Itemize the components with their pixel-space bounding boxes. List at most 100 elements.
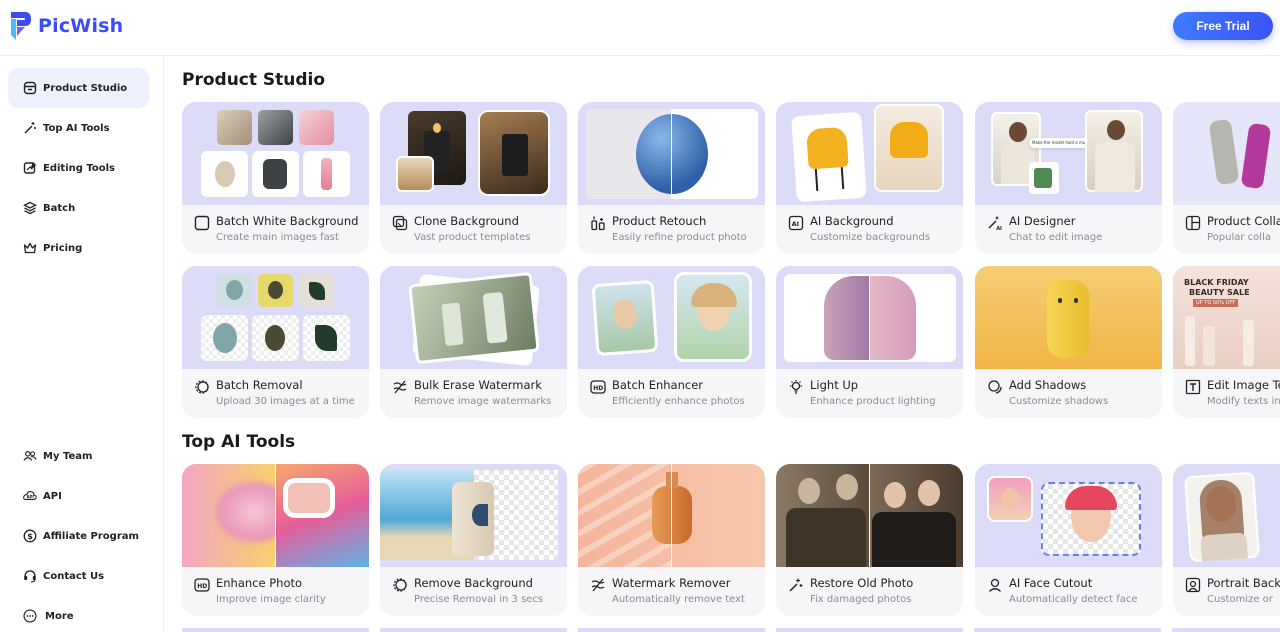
- sidebar-item-api[interactable]: API API: [8, 476, 149, 516]
- ai-designer-icon: AI: [988, 216, 1002, 231]
- square-icon: [194, 215, 210, 231]
- sparkle-icon: [789, 578, 803, 592]
- team-icon: [23, 449, 37, 463]
- card-subtitle: Customize or: [1207, 594, 1273, 605]
- card-title: Product Retouch: [612, 214, 707, 228]
- sidebar-item-affiliate[interactable]: $ Affiliate Program: [8, 516, 149, 556]
- card-title: Edit Image Te: [1207, 378, 1280, 392]
- card-thumbnail: [182, 464, 369, 567]
- portrait-icon: [1185, 577, 1201, 593]
- sidebar-item-more[interactable]: More: [8, 600, 149, 632]
- magic-wand-icon: [23, 121, 37, 135]
- card-subtitle: Easily refine product photo: [612, 232, 747, 243]
- card-subtitle: Modify texts in: [1207, 396, 1280, 407]
- text-edit-icon: [1185, 379, 1201, 395]
- card-thumbnail: [578, 102, 765, 205]
- tool-card-light-up[interactable]: Light Up Enhance product lighting: [776, 266, 963, 418]
- card-title: Add Shadows: [1009, 378, 1087, 392]
- sidebar-item-label: More: [45, 610, 74, 622]
- tool-card-batch-enhancer[interactable]: HD Batch Enhancer Efficiently enhance ph…: [578, 266, 765, 418]
- card-title: Remove Background: [414, 576, 533, 590]
- tool-card-restore-old-photo[interactable]: Restore Old Photo Fix damaged photos: [776, 464, 963, 616]
- tool-card-batch-removal[interactable]: Batch Removal Upload 30 images at a time: [182, 266, 369, 418]
- tool-card-watermark-remover[interactable]: Watermark Remover Automatically remove t…: [578, 464, 765, 616]
- sidebar-item-pricing[interactable]: Pricing: [8, 228, 149, 268]
- card-thumbnail: [182, 266, 369, 369]
- tool-card-ai-designer[interactable]: Make the model hold a mug AI AI Designer…: [975, 102, 1162, 254]
- card-thumbnail: [578, 464, 765, 567]
- free-trial-button[interactable]: Free Trial: [1173, 12, 1273, 40]
- card-thumbnail: [380, 464, 567, 567]
- tool-card-ai-background[interactable]: AI AI Background Customize backgrounds: [776, 102, 963, 254]
- tool-card-enhance-photo[interactable]: HD Enhance Photo Improve image clarity: [182, 464, 369, 616]
- card-thumbnail: [578, 266, 765, 369]
- tool-card-remove-background[interactable]: Remove Background Precise Removal in 3 s…: [380, 464, 567, 616]
- card-subtitle: Efficiently enhance photos: [612, 396, 745, 407]
- sidebar-item-label: Product Studio: [43, 82, 128, 94]
- card-thumbnail: [776, 464, 963, 567]
- tool-card-bulk-erase-watermark[interactable]: Bulk Erase Watermark Remove image waterm…: [380, 266, 567, 418]
- card-title: Portrait Back: [1207, 576, 1280, 590]
- sidebar-item-editing-tools[interactable]: Editing Tools: [8, 148, 149, 188]
- card-subtitle: Customize backgrounds: [810, 232, 931, 243]
- tool-card-edit-image-text[interactable]: BLACK FRIDAY BEAUTY SALE UP TO 50% OFF E…: [1173, 266, 1280, 418]
- card-subtitle: Fix damaged photos: [810, 594, 912, 605]
- card-subtitle: Create main images fast: [216, 232, 339, 243]
- tool-card-ai-face-cutout[interactable]: AI Face Cutout Automatically detect face: [975, 464, 1162, 616]
- card-thumbnail: [776, 266, 963, 369]
- tool-card-portrait-background[interactable]: Portrait Back Customize or: [1173, 464, 1280, 616]
- removal-icon: [195, 380, 209, 394]
- watermark-icon: [591, 578, 605, 592]
- ai-background-icon: AI: [788, 215, 804, 231]
- card-thumbnail: [1173, 102, 1280, 205]
- card-subtitle: Automatically remove text: [612, 594, 745, 605]
- tool-card-clone-background[interactable]: Clone Background Vast product templates: [380, 102, 567, 254]
- sidebar-item-top-ai-tools[interactable]: Top AI Tools: [8, 108, 149, 148]
- card-title: Product Colla: [1207, 214, 1280, 228]
- box-icon: [23, 81, 37, 95]
- card-title: Batch Enhancer: [612, 378, 704, 392]
- ai-designer-prompt-bubble: Make the model hold a mug: [1029, 138, 1091, 148]
- promo-line-3: UP TO 50% OFF: [1193, 299, 1239, 307]
- top-bar: PicWish Free Trial: [0, 0, 1280, 56]
- sidebar-item-label: Pricing: [43, 242, 83, 254]
- card-subtitle: Enhance product lighting: [810, 396, 936, 407]
- card-title: Batch White Background: [216, 214, 359, 228]
- logo[interactable]: PicWish: [8, 10, 123, 42]
- card-thumbnail: [975, 464, 1162, 567]
- card-subtitle: Customize shadows: [1009, 396, 1109, 407]
- sidebar-item-label: Batch: [43, 202, 76, 214]
- removal-icon: [393, 578, 407, 592]
- card-subtitle: Vast product templates: [414, 232, 531, 243]
- card-title: Restore Old Photo: [810, 576, 914, 590]
- card-title: Watermark Remover: [612, 576, 731, 590]
- tool-card-product-collage[interactable]: Product Colla Popular colla: [1173, 102, 1280, 254]
- sidebar-item-label: Affiliate Program: [43, 530, 139, 542]
- sidebar-item-batch[interactable]: Batch: [8, 188, 149, 228]
- card-thumbnail: [380, 266, 567, 369]
- sidebar-item-label: API: [43, 490, 62, 502]
- sidebar-item-contact[interactable]: Contact Us: [8, 556, 149, 596]
- tool-card-product-retouch[interactable]: Product Retouch Easily refine product ph…: [578, 102, 765, 254]
- watermark-icon: [393, 380, 407, 394]
- sidebar-item-my-team[interactable]: My Team: [8, 436, 149, 476]
- card-title: Clone Background: [414, 214, 519, 228]
- sidebar: Product Studio Top AI Tools Editing Tool…: [0, 56, 164, 632]
- card-thumbnail: [776, 102, 963, 205]
- more-icon: [23, 609, 37, 623]
- headset-icon: [23, 569, 37, 583]
- card-subtitle: Chat to edit image: [1009, 232, 1103, 243]
- edit-image-icon: [23, 161, 37, 175]
- tool-card-add-shadows[interactable]: Add Shadows Customize shadows: [975, 266, 1162, 418]
- face-icon: [989, 578, 1001, 592]
- card-title: AI Face Cutout: [1009, 576, 1093, 590]
- tool-card-batch-white-background[interactable]: Batch White Background Create main image…: [182, 102, 369, 254]
- card-thumbnail: Make the model hold a mug: [975, 102, 1162, 205]
- card-subtitle: Popular colla: [1207, 232, 1271, 243]
- card-title: AI Designer: [1009, 214, 1076, 228]
- card-subtitle: Remove image watermarks: [414, 396, 552, 407]
- promo-line-1: BLACK FRIDAY: [1184, 278, 1249, 287]
- card-title: Light Up: [810, 378, 859, 392]
- sidebar-item-product-studio[interactable]: Product Studio: [8, 68, 149, 108]
- brand-name: PicWish: [38, 15, 124, 37]
